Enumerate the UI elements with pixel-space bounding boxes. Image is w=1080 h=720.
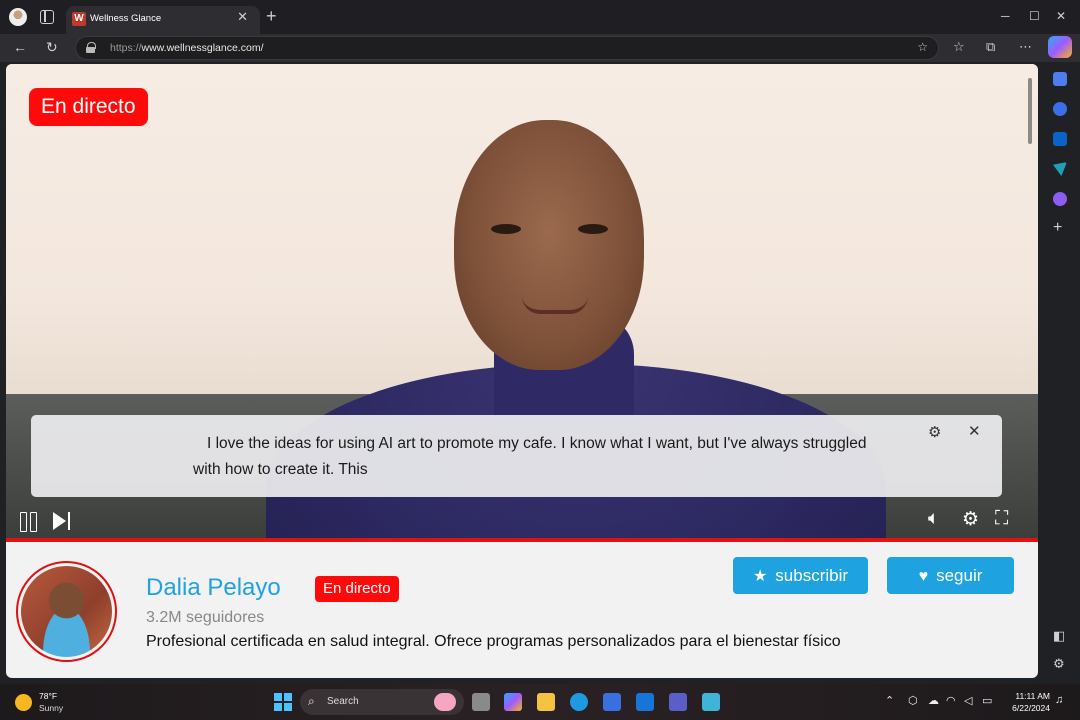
sidebar-designer-icon[interactable]	[1053, 192, 1067, 206]
file-explorer-icon[interactable]	[537, 693, 555, 711]
channel-avatar-image	[21, 566, 112, 657]
fullscreen-icon[interactable]: ⛶	[995, 508, 1008, 530]
page-content: En directo I love the ideas for using AI…	[6, 64, 1038, 678]
video-person-head	[454, 120, 644, 370]
volume-icon[interactable]: 🔈︎	[928, 508, 939, 530]
caption-text: I love the ideas for using AI art to pro…	[193, 435, 867, 478]
follow-button[interactable]: ♥ seguir	[887, 557, 1014, 594]
refresh-icon[interactable]: ↻	[46, 39, 58, 56]
sidebar-settings-icon[interactable]: ⚙	[1053, 656, 1065, 672]
weather-sun-icon[interactable]	[15, 694, 32, 711]
more-menu-icon[interactable]: ⋯	[1019, 39, 1032, 55]
browser-window: W Wellness Glance ✕ + ─ ☐ ✕ ← ↻ https://…	[0, 0, 1080, 684]
cloud-icon[interactable]: ☁	[928, 694, 939, 707]
sidebar-send-icon[interactable]	[1053, 162, 1067, 176]
sidebar-outlook-icon[interactable]	[1053, 132, 1067, 146]
channel-name[interactable]: Dalia Pelayo	[146, 574, 281, 602]
search-highlight-icon	[434, 693, 456, 711]
search-icon: ⌕	[308, 694, 315, 708]
tab-close-icon[interactable]: ✕	[237, 9, 248, 25]
lock-icon[interactable]	[86, 42, 96, 53]
url-text[interactable]: https://www.wellnessglance.com/	[110, 42, 263, 54]
channel-live-badge: En directo	[315, 576, 399, 602]
channel-avatar[interactable]	[16, 561, 117, 662]
maximize-icon[interactable]: ☐	[1029, 9, 1040, 23]
notification-bell-icon[interactable]: ♫	[1055, 694, 1063, 706]
follower-count: 3.2M seguidores	[146, 609, 265, 626]
caption-settings-icon[interactable]: ⚙	[928, 423, 941, 441]
video-person-eye	[578, 224, 608, 234]
url-host: www.wellnessglance.com/	[141, 42, 264, 54]
video-person-mouth	[522, 296, 588, 314]
azure-icon[interactable]	[636, 693, 654, 711]
tab-favicon-icon: W	[72, 12, 86, 26]
caption-close-icon[interactable]: ✕	[968, 422, 981, 440]
browser-tab[interactable]: W Wellness Glance ✕	[66, 6, 260, 34]
sidebar-split-icon[interactable]: ◧	[1053, 628, 1065, 644]
tray-app-icon[interactable]: ⬡	[908, 694, 918, 707]
heart-icon: ♥	[918, 568, 929, 585]
follow-label: seguir	[936, 566, 983, 585]
search-placeholder: Search	[327, 696, 359, 707]
add-favorite-icon[interactable]: ☆	[917, 40, 928, 54]
task-view-icon[interactable]	[472, 693, 490, 711]
clock-date[interactable]: 6/22/2024	[1006, 703, 1050, 713]
collections-icon[interactable]: ⧉	[986, 39, 995, 55]
pause-icon[interactable]	[20, 512, 37, 532]
clock-time[interactable]: 11:11 AM	[1006, 691, 1050, 701]
close-window-icon[interactable]: ✕	[1056, 9, 1066, 23]
taskbar-search[interactable]: ⌕ Search	[300, 689, 464, 715]
next-icon[interactable]	[53, 512, 73, 530]
title-bar: W Wellness Glance ✕ + ─ ☐ ✕	[0, 0, 1080, 34]
battery-icon[interactable]: ▭	[982, 694, 992, 707]
start-icon[interactable]	[274, 693, 292, 711]
star-icon: ★	[752, 568, 768, 585]
subscribe-button[interactable]: ★ subscribir	[733, 557, 868, 594]
profile-avatar-icon[interactable]	[9, 8, 27, 26]
copilot-icon[interactable]	[1048, 36, 1072, 58]
wifi-icon[interactable]: ◠	[946, 694, 956, 707]
video-player[interactable]: En directo I love the ideas for using AI…	[6, 64, 1038, 538]
page-scrollbar[interactable]	[1028, 78, 1032, 144]
tray-overflow-icon[interactable]: ⌃	[885, 694, 894, 707]
live-badge: En directo	[29, 88, 148, 126]
subscribe-label: subscribir	[775, 566, 849, 585]
minimize-icon[interactable]: ─	[1001, 9, 1010, 23]
sidebar-search-icon[interactable]	[1053, 102, 1067, 116]
video-settings-icon[interactable]: ⚙	[962, 508, 979, 531]
navigation-toolbar: ← ↻ https://www.wellnessglance.com/ ☆ ☆ …	[0, 34, 1080, 62]
speaker-icon[interactable]: ◁	[964, 694, 972, 707]
sidebar-tag-icon[interactable]	[1053, 72, 1067, 86]
active-app-icon[interactable]	[702, 693, 720, 711]
taskbar: 78°F Sunny ⌕ Search ⌃ ⬡ ☁ ◠ ◁ ▭ 11:11 AM…	[0, 684, 1080, 720]
edge-icon[interactable]	[570, 693, 588, 711]
url-protocol: https://	[110, 42, 142, 54]
copilot-taskbar-icon[interactable]	[504, 693, 522, 711]
tab-actions-icon[interactable]	[40, 10, 54, 24]
new-tab-icon[interactable]: +	[266, 6, 277, 27]
browser-sidebar: + ◧ ⚙	[1040, 62, 1080, 684]
video-person-eye	[491, 224, 521, 234]
back-icon[interactable]: ←	[13, 39, 27, 55]
sidebar-add-icon[interactable]: +	[1053, 219, 1062, 237]
weather-temp[interactable]: 78°F	[39, 691, 57, 701]
caption-panel: I love the ideas for using AI art to pro…	[31, 415, 1002, 497]
address-bar[interactable]: https://www.wellnessglance.com/ ☆	[75, 36, 939, 60]
tab-title: Wellness Glance	[90, 13, 162, 24]
favorites-icon[interactable]: ☆	[953, 39, 965, 55]
channel-bio: Profesional certificada en salud integra…	[146, 633, 841, 650]
teams-icon[interactable]	[669, 693, 687, 711]
weather-condition[interactable]: Sunny	[39, 703, 63, 713]
video-progress-bar[interactable]	[6, 538, 1038, 542]
store-icon[interactable]	[603, 693, 621, 711]
